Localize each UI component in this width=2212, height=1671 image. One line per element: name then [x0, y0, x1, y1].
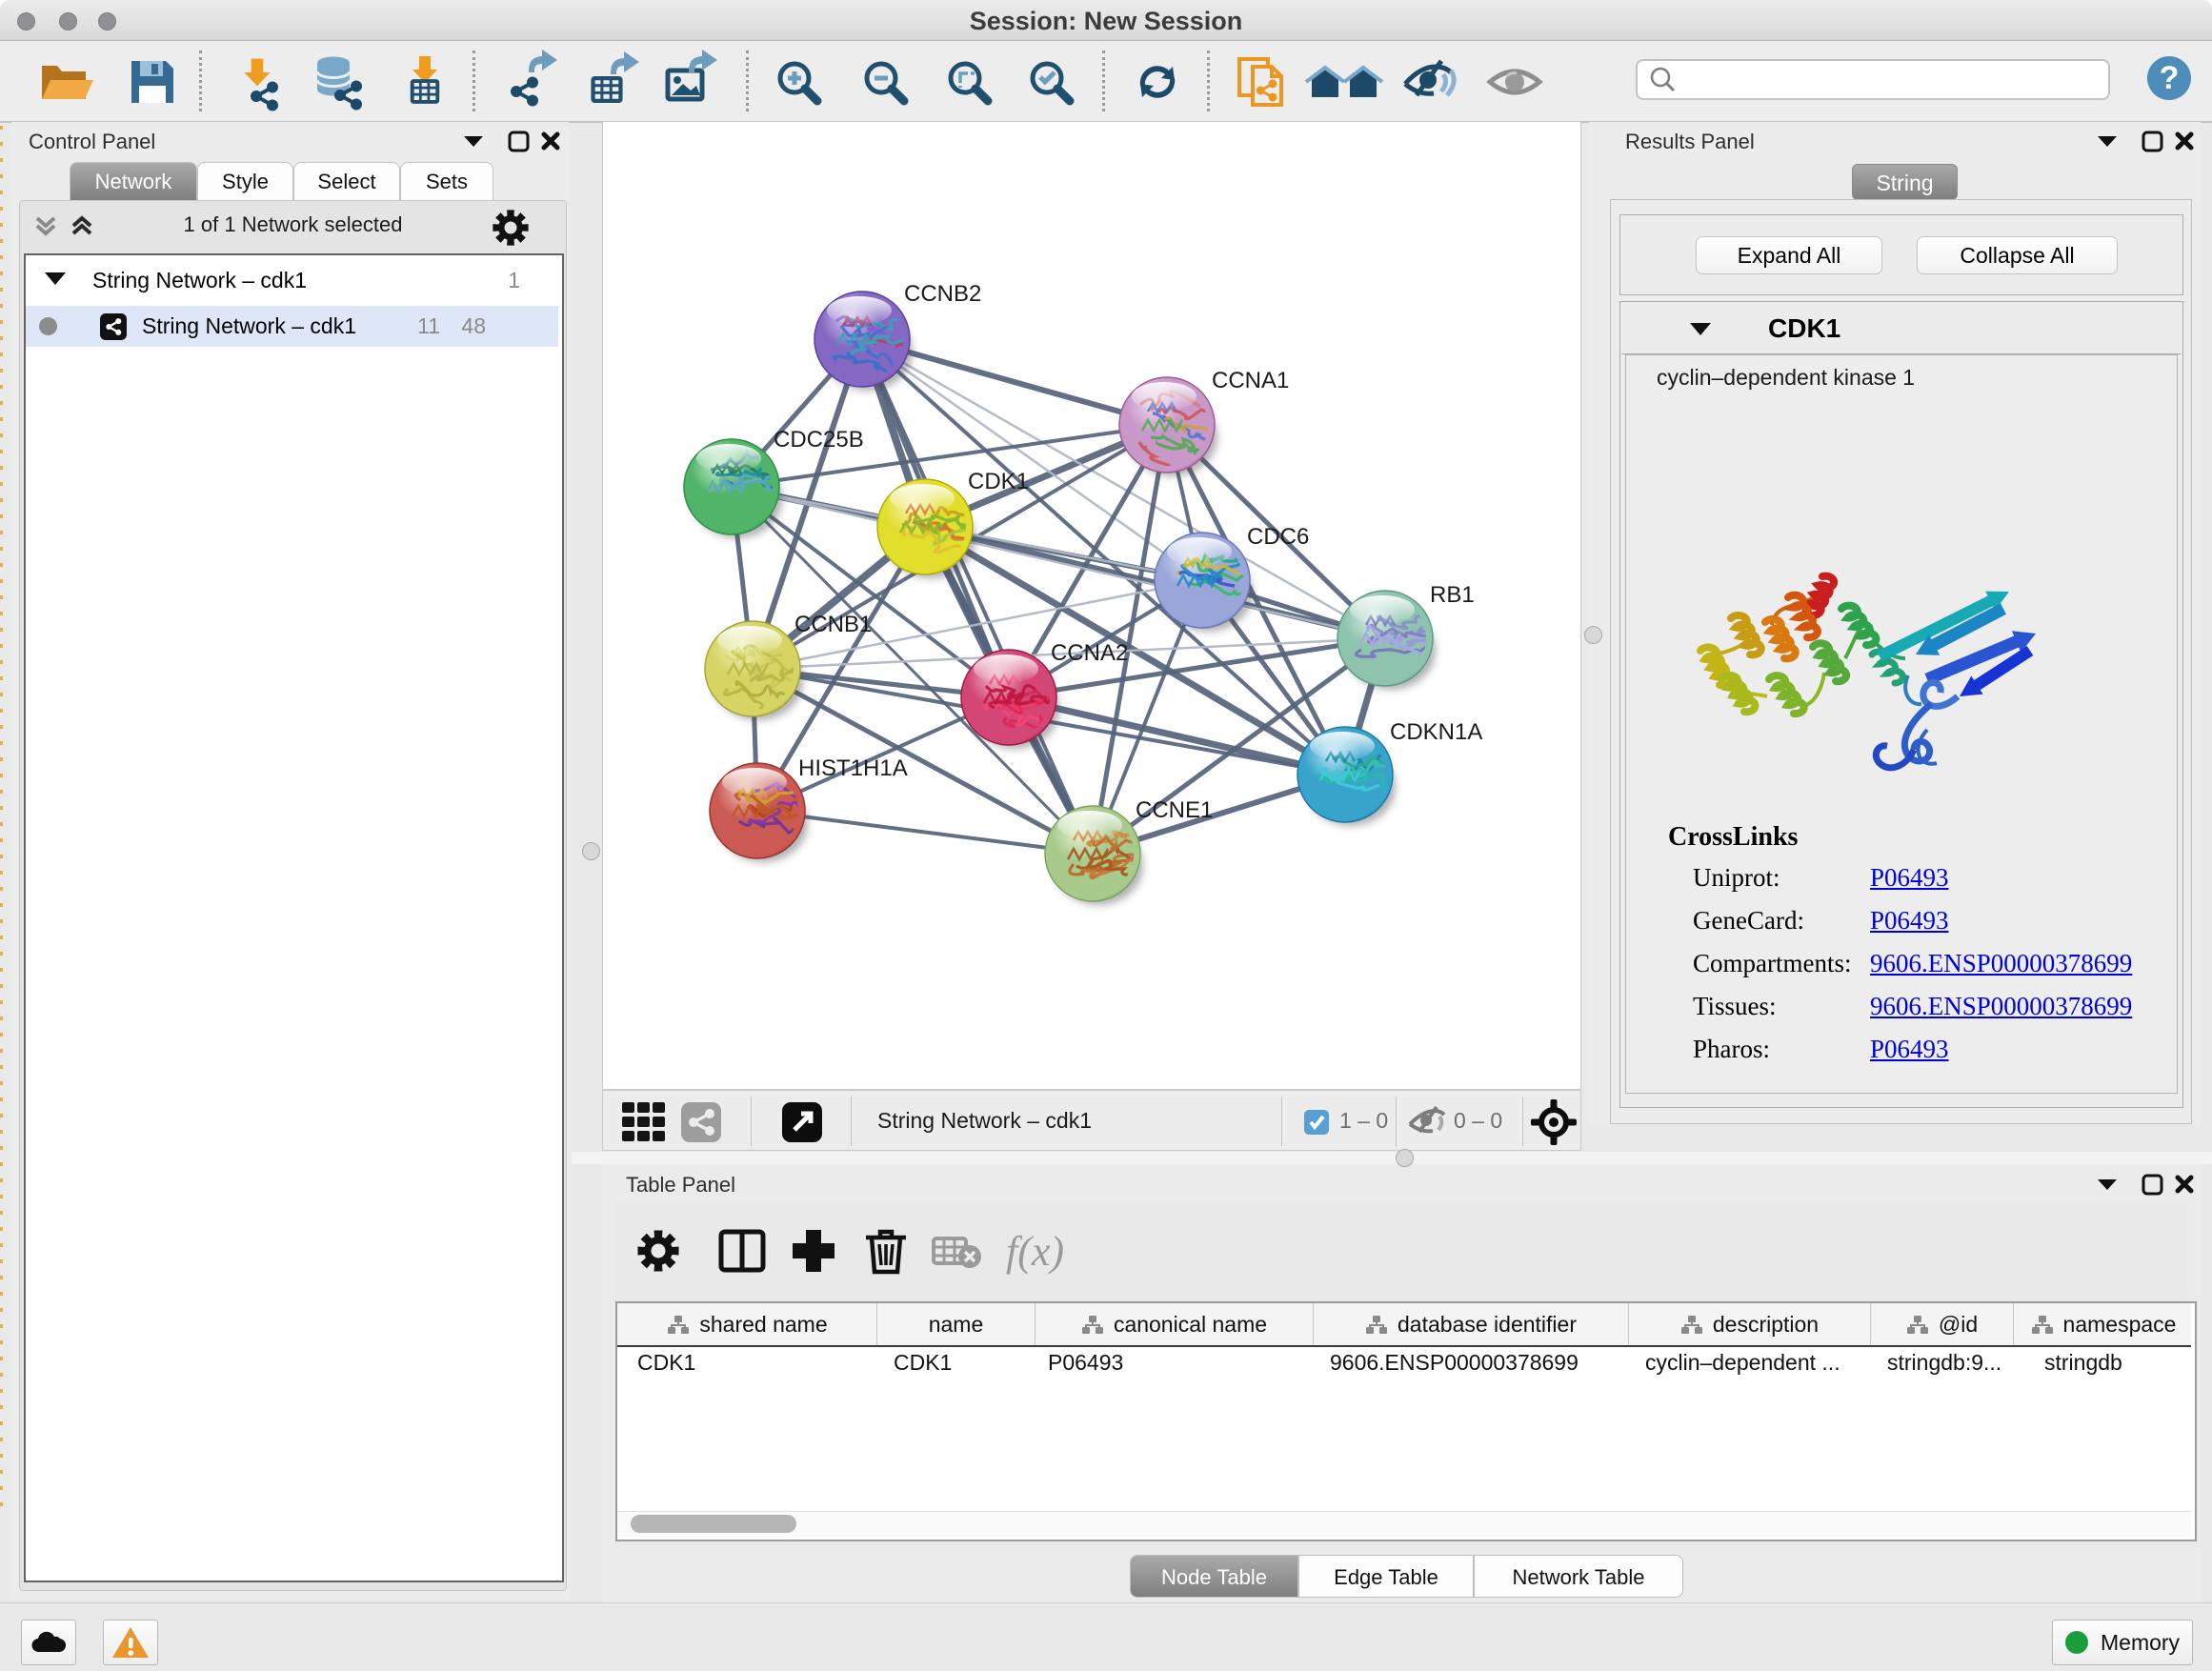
svg-text:CCNA2: CCNA2	[1051, 640, 1128, 666]
svg-text:RB1: RB1	[1430, 582, 1475, 608]
svg-text:CCNB1: CCNB1	[794, 612, 872, 637]
svg-text:CDC6: CDC6	[1247, 524, 1309, 550]
svg-text:CCNB2: CCNB2	[904, 281, 981, 307]
svg-text:CDK1: CDK1	[968, 469, 1029, 494]
svg-text:CDC25B: CDC25B	[774, 427, 864, 453]
svg-text:CCNE1: CCNE1	[1136, 797, 1213, 823]
svg-text:CCNA1: CCNA1	[1212, 368, 1289, 393]
svg-text:HIST1H1A: HIST1H1A	[798, 755, 908, 781]
svg-text:f(x): f(x)	[1006, 1228, 1064, 1275]
svg-text:CDKN1A: CDKN1A	[1390, 719, 1482, 745]
